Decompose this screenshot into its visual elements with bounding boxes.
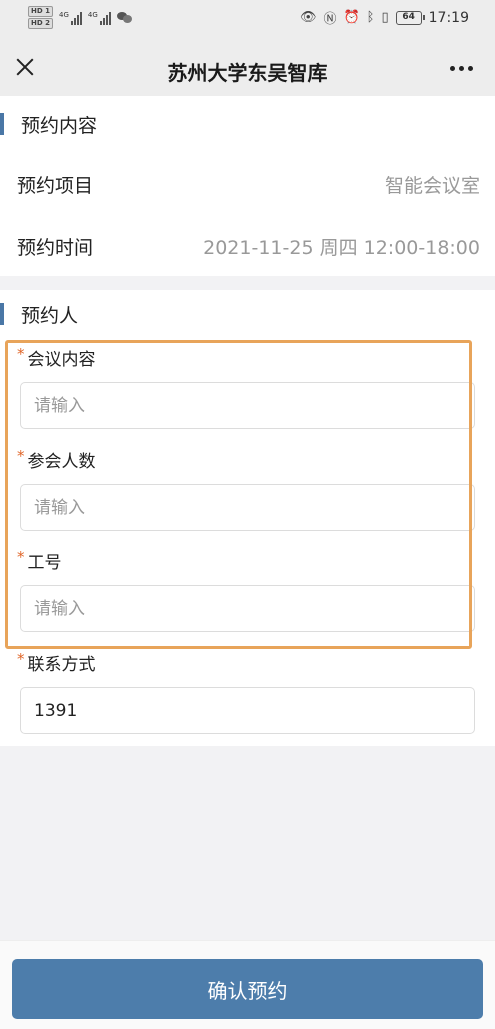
confirm-reservation-button[interactable]: 确认预约 [12,959,483,1019]
required-mark: * [17,650,25,668]
sim2-label: HD 2 [28,18,53,29]
clock: 17:19 [428,9,469,26]
bottom-bar: 确认预约 [0,940,495,1029]
reserver-section: 预约人 *会议内容 *参会人数 *工号 *联系方式 [0,290,495,746]
attendee-count-label: * 参会人数 [17,447,96,472]
more-icon[interactable] [450,66,473,71]
item-value: 智能会议室 [384,174,480,197]
redaction-blur [92,695,174,723]
field-label-text: 联系方式 [27,655,96,675]
reservation-content-section: 预约内容 预约项目 智能会议室 预约时间 2021-11-25 周四 12:00… [0,96,495,276]
contact-input[interactable] [20,687,475,734]
eye-icon: 👁 [299,10,317,25]
alarm-icon: ⏰ [343,10,360,25]
vibrate-icon: ▯ [381,10,389,25]
required-mark: * [17,548,25,566]
section-header: 预约人 [0,302,79,327]
sim-indicator: HD 1 HD 2 [28,6,53,29]
nfc-icon: Ⓝ [323,12,337,27]
employee-id-label: * 工号 [17,548,62,573]
contact-field-wrap [20,687,475,734]
status-right: 👁 Ⓝ ⏰ ᛒ ▯ 64 17:19 [299,8,469,28]
page-title: 苏州大学东吴智库 [167,61,328,85]
network-type-1: 4G [58,10,69,19]
reservation-item-row: 预约项目 智能会议室 [0,153,495,215]
network-type-2: 4G [87,10,98,19]
contact-label: * 联系方式 [17,650,96,675]
status-left: HD 1 HD 2 4G 4G [28,6,133,29]
meeting-content-label: * 会议内容 [17,345,96,370]
section-accent-bar [0,113,4,135]
section-title: 预约人 [21,304,79,327]
sim1-label: HD 1 [28,6,53,17]
app-header: 苏州大学东吴智库 [0,38,495,96]
wechat-icon [116,11,133,24]
employee-id-input[interactable] [20,585,475,632]
time-value: 2021-11-25 周四 12:00-18:00 [203,236,480,259]
signal-icon-2: 4G [88,11,111,25]
field-label-text: 参会人数 [27,452,96,472]
required-mark: * [17,447,25,465]
meeting-content-input[interactable] [20,382,475,429]
attendee-count-input[interactable] [20,484,475,531]
reservation-time-row: 预约时间 2021-11-25 周四 12:00-18:00 [0,215,495,277]
status-bar: HD 1 HD 2 4G 4G 👁 Ⓝ ⏰ ᛒ ▯ 64 17:19 [0,0,495,38]
required-mark: * [17,345,25,363]
battery-icon: 64 [395,10,425,25]
bluetooth-icon: ᛒ [366,10,375,25]
signal-icon: 4G [59,11,82,25]
item-label: 预约项目 [17,174,94,197]
section-title: 预约内容 [21,114,98,137]
section-accent-bar [0,303,4,325]
time-label: 预约时间 [17,236,94,259]
field-label-text: 工号 [27,553,62,573]
field-label-text: 会议内容 [27,350,96,370]
section-header: 预约内容 [0,112,98,137]
